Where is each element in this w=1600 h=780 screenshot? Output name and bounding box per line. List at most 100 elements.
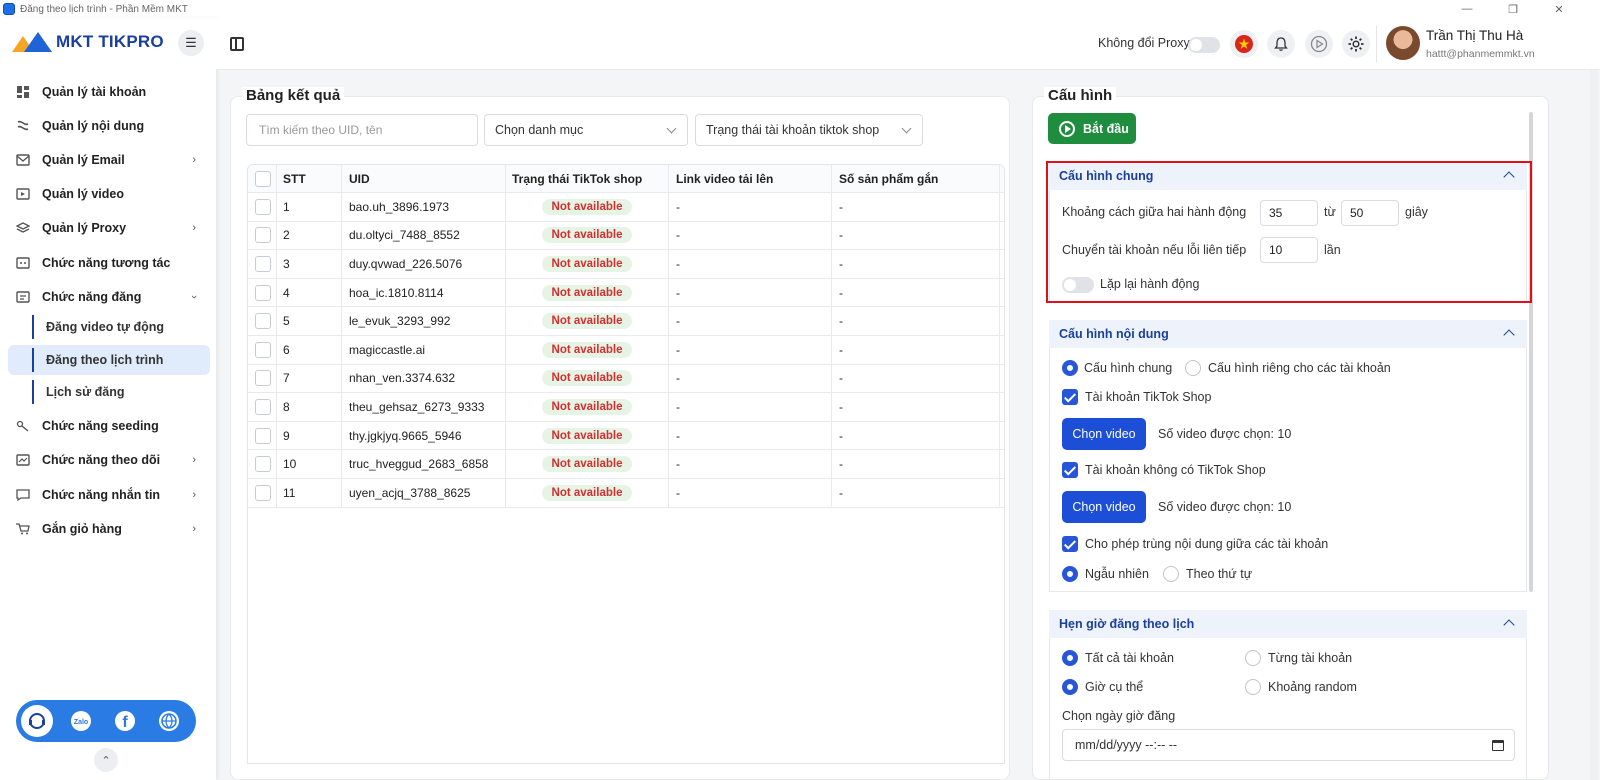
row-checkbox[interactable] bbox=[255, 370, 271, 387]
support-icon[interactable] bbox=[21, 705, 53, 737]
results-title: Bảng kết quả bbox=[242, 87, 345, 104]
table-row[interactable]: 11 uyen_acjq_3788_8625 Not available - - bbox=[248, 479, 1004, 508]
zalo-icon[interactable]: Zalo bbox=[65, 705, 97, 737]
collapse-up-button[interactable]: ⌃ bbox=[94, 748, 118, 772]
random-range-radio[interactable] bbox=[1245, 679, 1261, 695]
sidebar-item-email[interactable]: Quản lý Email › bbox=[8, 146, 210, 174]
row-checkbox[interactable] bbox=[255, 227, 271, 244]
category-select[interactable]: Chọn danh mục bbox=[484, 114, 688, 146]
proxy-toggle[interactable] bbox=[1188, 37, 1220, 53]
cell-uid: du.oltyci_7488_8552 bbox=[342, 221, 506, 250]
settings-button[interactable] bbox=[1342, 30, 1370, 58]
select-all-checkbox[interactable] bbox=[255, 170, 271, 187]
non-shop-checkbox[interactable] bbox=[1062, 462, 1078, 478]
sidebar-item-follow[interactable]: Chức năng theo dõi › bbox=[8, 446, 210, 474]
minimize-icon[interactable]: — bbox=[1444, 0, 1490, 18]
choose-video-button-2[interactable]: Chọn video bbox=[1062, 491, 1146, 523]
cell-status: Not available bbox=[506, 221, 669, 250]
row-checkbox[interactable] bbox=[255, 341, 271, 358]
cell-stt: 1 bbox=[277, 193, 342, 221]
allow-duplicate-checkbox[interactable] bbox=[1062, 536, 1078, 552]
row-checkbox[interactable] bbox=[255, 427, 271, 444]
schedule-config-header[interactable]: Hẹn giờ đăng theo lịch bbox=[1049, 610, 1527, 638]
datetime-input[interactable]: mm/dd/yyyy --:-- -- bbox=[1062, 729, 1515, 761]
status-select[interactable]: Trạng thái tài khoản tiktok shop bbox=[695, 114, 923, 146]
search-input[interactable] bbox=[246, 114, 478, 146]
sidebar-item-proxy[interactable]: Quản lý Proxy › bbox=[8, 214, 210, 242]
sidebar-item-accounts[interactable]: Quản lý tài khoản bbox=[8, 78, 210, 106]
cell-video-link: - bbox=[669, 336, 832, 364]
row-checkbox[interactable] bbox=[255, 456, 271, 473]
calendar-icon[interactable] bbox=[1492, 740, 1504, 751]
chevron-down-icon bbox=[666, 123, 677, 134]
row-checkbox[interactable] bbox=[255, 484, 271, 501]
message-icon bbox=[16, 488, 30, 502]
start-button[interactable]: Bắt đầu bbox=[1048, 113, 1136, 144]
hamburger-icon: ☰ bbox=[185, 35, 197, 50]
all-accounts-label: Tất cả tài khoản bbox=[1085, 651, 1174, 665]
table-row[interactable]: 6 magiccastle.ai Not available - - bbox=[248, 336, 1004, 365]
close-icon[interactable]: ✕ bbox=[1536, 0, 1582, 18]
tiktok-shop-checkbox[interactable] bbox=[1062, 389, 1078, 405]
col-stt[interactable]: STT bbox=[277, 165, 342, 192]
row-checkbox[interactable] bbox=[255, 255, 271, 272]
table-row[interactable]: 2 du.oltyci_7488_8552 Not available - - bbox=[248, 221, 1004, 251]
social-links-bar: Zalo f bbox=[16, 700, 196, 742]
layout-toggle-icon[interactable] bbox=[230, 37, 244, 51]
cell-status: Not available bbox=[506, 421, 669, 450]
each-account-radio[interactable] bbox=[1245, 650, 1261, 666]
cell-stt: 10 bbox=[277, 450, 342, 478]
website-icon[interactable] bbox=[153, 705, 185, 737]
mode-general-radio[interactable] bbox=[1062, 360, 1078, 376]
sequential-order-radio[interactable] bbox=[1163, 566, 1179, 582]
mode-per-account-radio[interactable] bbox=[1185, 360, 1201, 376]
sidebar-item-label: Gắn giỏ hàng bbox=[42, 522, 122, 536]
sidebar-item-seeding[interactable]: Chức năng seeding bbox=[8, 412, 210, 440]
table-row[interactable]: 1 bao.uh_3896.1973 Not available - - bbox=[248, 193, 1004, 222]
sidebar-item-interaction[interactable]: Chức năng tương tác bbox=[8, 249, 210, 277]
sidebar-item-video[interactable]: Quản lý video bbox=[8, 180, 210, 208]
content-config-header[interactable]: Cấu hình nội dung bbox=[1049, 320, 1527, 348]
notifications-button[interactable] bbox=[1267, 30, 1295, 58]
all-accounts-radio[interactable] bbox=[1062, 650, 1078, 666]
table-row[interactable]: 3 duy.qvwad_226.5076 Not available - - bbox=[248, 250, 1004, 279]
row-checkbox[interactable] bbox=[255, 284, 271, 301]
table-row[interactable]: 5 le_evuk_3293_992 Not available - - bbox=[248, 307, 1004, 336]
cell-products: - bbox=[832, 336, 1000, 364]
random-order-radio[interactable] bbox=[1062, 566, 1078, 582]
col-tiktok-status[interactable]: Trạng thái TikTok shop bbox=[506, 165, 669, 192]
sidebar-item-content[interactable]: Quản lý nội dung bbox=[8, 112, 210, 140]
bell-icon bbox=[1274, 37, 1288, 51]
table-row[interactable]: 4 hoa_ic.1810.8114 Not available - - bbox=[248, 278, 1004, 308]
language-button[interactable] bbox=[1230, 30, 1258, 58]
sidebar-subitem-scheduled-post[interactable]: Đăng theo lịch trình bbox=[8, 345, 210, 375]
menu-toggle-button[interactable]: ☰ bbox=[178, 30, 204, 56]
table-row[interactable]: 10 truc_hveggud_2683_6858 Not available - - bbox=[248, 450, 1004, 479]
col-video-link[interactable]: Link video tải lên bbox=[669, 165, 832, 192]
row-checkbox[interactable] bbox=[255, 398, 271, 415]
restore-icon[interactable]: ❐ bbox=[1490, 0, 1536, 18]
sidebar-item-post[interactable]: Chức năng đăng › bbox=[8, 283, 210, 311]
main-scrollbar[interactable] bbox=[1590, 70, 1598, 780]
content-icon bbox=[16, 119, 30, 133]
specific-time-radio[interactable] bbox=[1062, 679, 1078, 695]
play-tutorial-button[interactable] bbox=[1305, 30, 1333, 58]
section-title: Hẹn giờ đăng theo lịch bbox=[1059, 617, 1195, 631]
sidebar-item-cart[interactable]: Gắn giỏ hàng › bbox=[8, 515, 210, 543]
choose-video-button-1[interactable]: Chọn video bbox=[1062, 418, 1146, 450]
cell-status: Not available bbox=[506, 364, 669, 393]
row-checkbox[interactable] bbox=[255, 198, 271, 215]
sidebar-item-message[interactable]: Chức năng nhắn tin › bbox=[8, 481, 210, 509]
facebook-icon[interactable]: f bbox=[109, 705, 141, 737]
table-row[interactable]: 7 nhan_ven.3374.632 Not available - - bbox=[248, 364, 1004, 394]
avatar[interactable] bbox=[1386, 26, 1420, 60]
col-uid[interactable]: UID bbox=[342, 165, 506, 192]
row-checkbox[interactable] bbox=[255, 313, 271, 330]
table-row[interactable]: 8 theu_gehsaz_6273_9333 Not available - - bbox=[248, 393, 1004, 422]
sidebar-subitem-post-history[interactable]: Lịch sử đăng bbox=[8, 377, 210, 407]
sidebar-subitem-auto-post[interactable]: Đăng video tự động bbox=[8, 312, 210, 342]
table-row[interactable]: 9 thy.jgkjyq.9665_5946 Not available - - bbox=[248, 421, 1004, 451]
cell-video-link: - bbox=[669, 250, 832, 278]
col-products[interactable]: Số sản phẩm gắn bbox=[832, 165, 1000, 192]
mode-per-account-label: Cấu hình riêng cho các tài khoản bbox=[1208, 361, 1391, 375]
